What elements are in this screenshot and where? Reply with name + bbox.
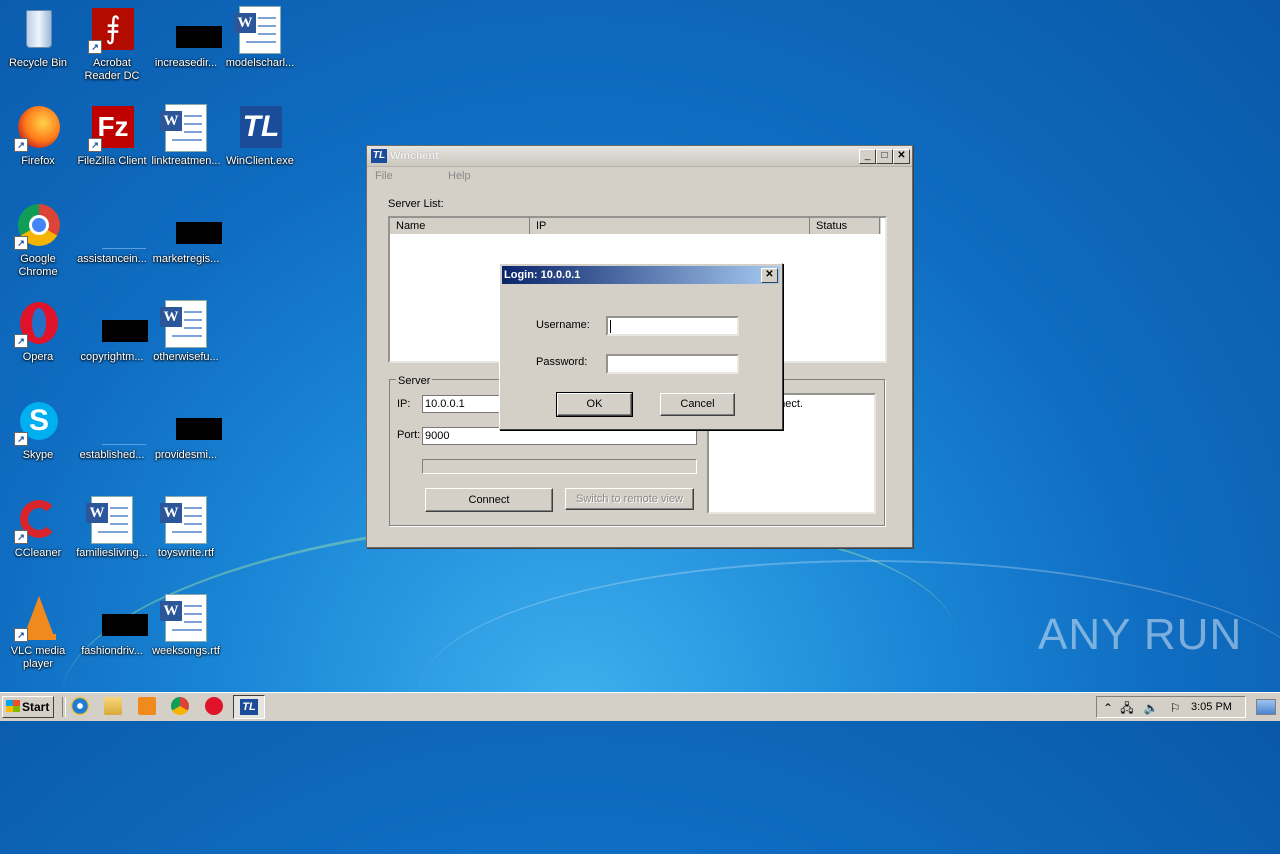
media-player-icon[interactable] xyxy=(138,697,156,715)
system-tray: ⌃ 🖧 🔈 ⚐ 3:05 PM xyxy=(1096,696,1246,718)
ip-input[interactable]: 10.0.0.1 xyxy=(422,395,500,413)
minimize-icon[interactable]: _ xyxy=(859,149,876,164)
winclient-app-icon: TL xyxy=(371,149,387,163)
desktop-icon-fashiondriv[interactable]: fashiondriv... xyxy=(74,594,150,658)
winclient-tl-icon: TL xyxy=(240,699,258,715)
login-dialog: Login: 10.0.0.1 ✕ Username: Password: OK… xyxy=(499,263,783,430)
wallpaper-swirl xyxy=(420,560,1280,822)
show-hidden-icons-icon[interactable]: ⌃ xyxy=(1100,700,1116,716)
close-icon[interactable]: ✕ xyxy=(893,149,910,164)
server-group-label: Server xyxy=(396,375,433,387)
login-dialog-title: Login: 10.0.0.1 xyxy=(504,269,581,281)
desktop-icon-toyswrite[interactable]: W toyswrite.rtf xyxy=(148,496,224,560)
desktop-icon-familiesliving[interactable]: W familiesliving... xyxy=(74,496,150,560)
opera-taskbar-icon[interactable] xyxy=(205,697,223,715)
action-center-flag-icon[interactable]: ⚐ xyxy=(1167,700,1183,716)
redacted-file-icon xyxy=(162,398,222,446)
ip-label: IP: xyxy=(397,398,411,410)
maximize-icon[interactable]: □ xyxy=(876,149,893,164)
desktop-icon-modelscharl[interactable]: W modelscharl... xyxy=(222,6,298,70)
switch-remote-view-button[interactable]: Switch to remote view xyxy=(565,488,694,510)
window-title: Winclient xyxy=(390,150,439,162)
clock[interactable]: 3:05 PM xyxy=(1191,701,1232,713)
show-desktop-icon[interactable] xyxy=(1256,699,1276,715)
taskbar: Start TL ⌃ 🖧 🔈 ⚐ 3:05 PM xyxy=(0,692,1280,721)
desktop-icon-filezilla[interactable]: Fz ↗ FileZilla Client xyxy=(74,104,150,168)
chrome-taskbar-icon[interactable] xyxy=(171,697,189,715)
desktop-icon-otherwisefu[interactable]: W otherwisefu... xyxy=(148,300,224,364)
desktop-icon-firefox[interactable]: ↗ Firefox xyxy=(0,104,76,168)
menu-help[interactable]: Help xyxy=(448,170,471,182)
chrome-icon: ↗ xyxy=(14,202,62,250)
desktop-icon-opera[interactable]: ↗ Opera xyxy=(0,300,76,364)
menu-bar: File Help xyxy=(367,167,912,185)
word-document-icon: W xyxy=(160,594,210,642)
desktop-icon-increasedir[interactable]: increasedir... xyxy=(148,6,224,70)
desktop-icon-ccleaner[interactable]: ↗ CCleaner xyxy=(0,496,76,560)
desktop-icon-assistancein[interactable]: assistancein... xyxy=(74,202,150,266)
taskbar-separator xyxy=(62,697,66,717)
file-icon xyxy=(88,398,146,446)
word-document-icon: W xyxy=(160,300,210,348)
server-list-label: Server List: xyxy=(388,198,444,210)
connect-button[interactable]: Connect xyxy=(425,488,553,512)
opera-icon: ↗ xyxy=(14,300,62,348)
word-document-icon: W xyxy=(234,6,284,54)
desktop-icon-recycle-bin[interactable]: Recycle Bin xyxy=(0,6,76,70)
start-label: Start xyxy=(22,700,50,714)
desktop-icon-vlc[interactable]: ↗ VLC media player xyxy=(0,594,76,671)
ccleaner-icon: ↗ xyxy=(14,496,62,544)
volume-icon[interactable]: 🔈 xyxy=(1143,700,1159,716)
desktop-icon-winclient-exe[interactable]: TL WinClient.exe xyxy=(222,104,298,168)
desktop-icon-providesmi[interactable]: providesmi... xyxy=(148,398,224,462)
desktop-icon-weeksongs[interactable]: W weeksongs.rtf xyxy=(148,594,224,658)
column-name[interactable]: Name xyxy=(390,218,530,234)
desktop-icon-linktreatmen[interactable]: W linktreatmen... xyxy=(148,104,224,168)
word-document-icon: W xyxy=(160,104,210,152)
password-label: Password: xyxy=(536,356,588,368)
winclient-tl-icon: TL xyxy=(236,104,284,152)
redacted-file-icon xyxy=(162,6,222,54)
desktop-icon-google-chrome[interactable]: ↗ Google Chrome xyxy=(0,202,76,279)
firefox-icon: ↗ xyxy=(14,104,62,152)
desktop-icon-skype[interactable]: S ↗ Skype xyxy=(0,398,76,462)
column-ip[interactable]: IP xyxy=(530,218,810,234)
username-input[interactable] xyxy=(606,316,739,336)
desktop-icon-marketregis[interactable]: marketregis... xyxy=(148,202,224,266)
acrobat-icon: ⨎ ↗ xyxy=(88,6,136,54)
desktop-icon-established[interactable]: established... xyxy=(74,398,150,462)
login-dialog-titlebar[interactable]: Login: 10.0.0.1 ✕ xyxy=(502,266,780,284)
menu-file[interactable]: File xyxy=(375,170,393,182)
file-icon xyxy=(88,202,146,250)
ok-button[interactable]: OK xyxy=(556,392,633,417)
username-label: Username: xyxy=(536,319,590,331)
port-label: Port: xyxy=(397,429,421,441)
windows-logo-icon xyxy=(6,700,20,712)
column-status[interactable]: Status xyxy=(810,218,880,234)
recycle-bin-icon xyxy=(14,6,62,54)
progress-bar xyxy=(422,459,697,474)
anyrun-watermark: ANY RUN xyxy=(1038,610,1243,659)
taskbar-button-winclient[interactable]: TL xyxy=(233,695,265,719)
window-titlebar[interactable]: TL Winclient _ □ ✕ xyxy=(367,146,912,167)
close-icon[interactable]: ✕ xyxy=(761,268,778,283)
desktop-icon-copyrightm[interactable]: copyrightm... xyxy=(74,300,150,364)
skype-icon: S ↗ xyxy=(14,398,62,446)
text-cursor xyxy=(610,319,611,333)
server-list-header: Name IP Status xyxy=(390,218,881,234)
word-document-icon: W xyxy=(86,496,136,544)
word-document-icon: W xyxy=(160,496,210,544)
filezilla-icon: Fz ↗ xyxy=(88,104,136,152)
redacted-file-icon xyxy=(88,300,148,348)
internet-explorer-icon[interactable] xyxy=(71,697,89,715)
network-icon[interactable]: 🖧 xyxy=(1119,700,1135,716)
redacted-file-icon xyxy=(88,594,148,642)
desktop-icon-acrobat[interactable]: ⨎ ↗ Acrobat Reader DC xyxy=(74,6,150,83)
cancel-button[interactable]: Cancel xyxy=(660,393,735,416)
file-explorer-icon[interactable] xyxy=(104,697,122,715)
start-button[interactable]: Start xyxy=(2,696,54,718)
password-input[interactable] xyxy=(606,354,739,374)
redacted-file-icon xyxy=(162,202,222,250)
vlc-icon: ↗ xyxy=(14,594,62,642)
